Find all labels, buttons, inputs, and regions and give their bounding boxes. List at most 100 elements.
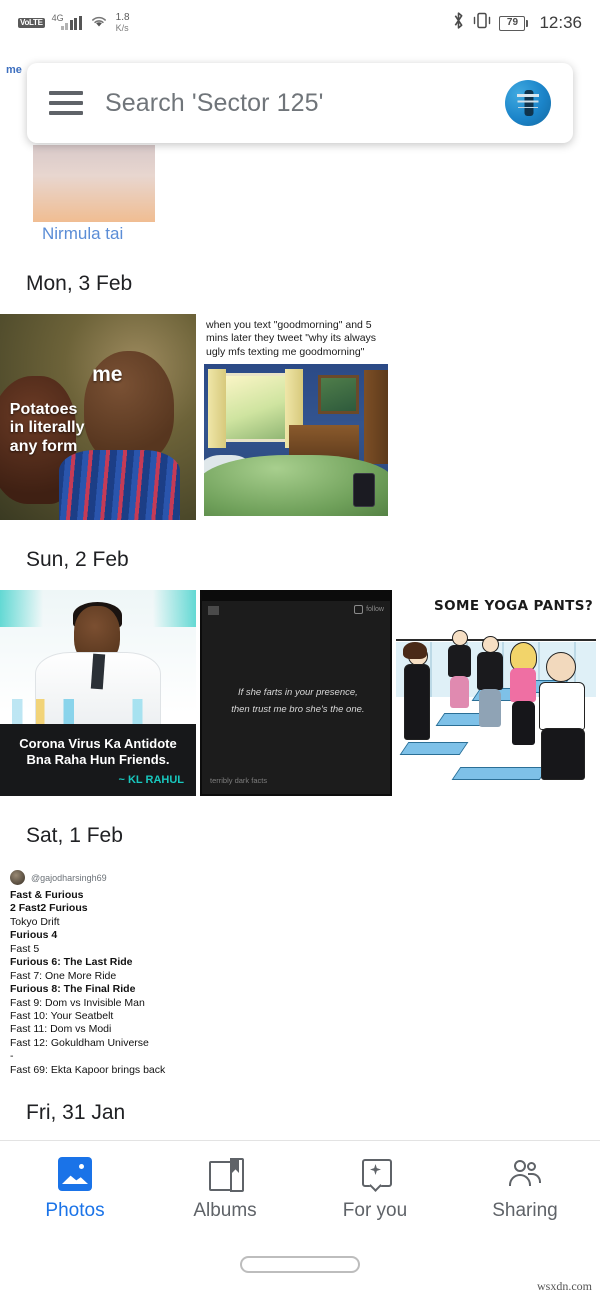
signal-bars-icon: 4G — [51, 13, 82, 30]
date-header: Sat, 1 Feb — [26, 824, 123, 847]
meme-attribution: ~ KL RAHUL — [118, 773, 185, 786]
section-sat-1-feb: Sat, 1 Feb @gajodharsingh69 Fast & Furio… — [0, 824, 600, 1078]
vibrate-icon — [472, 11, 492, 35]
battery-level: 79 — [499, 15, 526, 31]
photo-tile-goodmorning-meme[interactable]: when you text "goodmorning" and 5 mins l… — [200, 314, 392, 520]
phone-screen: VoLTE 4G 1.8 K/s 79 12:36 me Search 'Sec… — [0, 0, 600, 1300]
meme-art-dark-panel: follow If she farts in your presence, th… — [202, 601, 390, 794]
search-bar[interactable]: Search 'Sector 125' — [27, 63, 573, 143]
nav-item-sharing[interactable]: Sharing — [450, 1141, 600, 1238]
nav-item-albums[interactable]: Albums — [150, 1141, 300, 1238]
tweet-header: @gajodharsingh69 — [10, 870, 200, 885]
cartoon-art-mat — [451, 766, 549, 780]
meme-source-label: follow — [354, 605, 384, 614]
hamburger-menu-icon[interactable] — [49, 91, 83, 115]
photo-tile-potatoes-meme[interactable]: me Potatoes in literally any form — [0, 314, 196, 520]
site-watermark: wsxdn.com — [537, 1279, 592, 1293]
cartoon-speech-bubble: SOME YOGA PANTS? — [434, 598, 594, 615]
network-type-label: 4G — [51, 13, 64, 23]
nav-label-sharing: Sharing — [492, 1200, 558, 1221]
data-speed-value: 1.8 — [115, 11, 130, 23]
date-header: Mon, 3 Feb — [26, 272, 133, 295]
tweet-line: Fast 7: One More Ride — [10, 969, 117, 982]
meme-art-shirt — [58, 449, 181, 520]
tweet-line: Tokyo Drift — [10, 915, 60, 928]
nav-label-albums: Albums — [193, 1200, 257, 1221]
data-speed-unit: K/s — [115, 22, 129, 33]
photo-tile-yoga-pants-cartoon[interactable]: SOME YOGA PANTS? — [396, 590, 596, 796]
status-bar-clock: 12:36 — [539, 13, 582, 32]
tweet-line: - — [10, 1050, 14, 1063]
meme-text-potatoes: Potatoes in literally any form — [9, 400, 85, 455]
partial-photo-text: me — [6, 64, 22, 76]
section-mon-3-feb: Mon, 3 Feb me Potatoes in literally any … — [0, 272, 600, 520]
tweet-line: Fast 9: Dom vs Invisible Man — [10, 996, 145, 1009]
memory-thumbnail[interactable] — [33, 145, 155, 222]
bottom-navigation: Photos Albums For you Sharing — [0, 1140, 600, 1238]
meme-art-flasks — [11, 699, 185, 726]
nav-item-photos[interactable]: Photos — [0, 1141, 150, 1238]
meme-caption-line1: Corona Virus Ka Antidote — [19, 736, 177, 752]
tweet-line: Furious 4 — [10, 929, 58, 942]
cartoon-art-mat — [399, 741, 469, 755]
wifi-icon — [89, 13, 109, 33]
tweet-line: 2 Fast2 Furious — [10, 902, 88, 915]
meme-art-curtain-left — [207, 368, 227, 448]
for-you-icon — [358, 1157, 392, 1192]
nav-item-for-you[interactable]: For you — [300, 1141, 450, 1238]
meme-art-corner-mark — [208, 606, 219, 615]
status-bar-right: 79 12:36 — [452, 11, 582, 35]
volte-badge: VoLTE — [18, 17, 45, 29]
account-avatar-icon[interactable] — [505, 80, 551, 126]
photo-tile-kl-rahul-meme[interactable]: Corona Virus Ka Antidote Bna Raha Hun Fr… — [0, 590, 196, 796]
meme-caption-goodmorning: when you text "goodmorning" and 5 mins l… — [200, 314, 392, 364]
tweet-line: Fast 5 — [10, 942, 40, 955]
tweet-handle: @gajodharsingh69 — [31, 872, 107, 883]
meme-caption-line2: Bna Raha Hun Friends. — [26, 751, 170, 767]
photo-row: Corona Virus Ka Antidote Bna Raha Hun Fr… — [0, 590, 600, 796]
photo-row: me Potatoes in literally any form when y… — [0, 314, 600, 520]
tweet-line: Fast & Furious — [10, 889, 84, 901]
search-input[interactable]: Search 'Sector 125' — [105, 89, 505, 118]
meme-art-phone — [353, 473, 376, 507]
signal-bars-glyph — [60, 16, 82, 30]
nav-label-for-you: For you — [342, 1200, 408, 1221]
tweet-line: Fast 69: Ekta Kapoor brings back — [10, 1063, 166, 1076]
bluetooth-icon — [452, 11, 465, 35]
instagram-icon — [354, 605, 364, 614]
tweet-line: Furious 6: The Last Ride — [10, 956, 133, 969]
albums-icon — [208, 1157, 244, 1192]
meme-quote: If she farts in your presence, then trus… — [221, 684, 375, 718]
tweet-line: Furious 8: The Final Ride — [10, 983, 136, 996]
memory-tile[interactable]: Nirmula tai — [33, 145, 155, 244]
tweet-line: Fast 11: Dom vs Modi — [10, 1023, 112, 1036]
meme-caption-bar: Corona Virus Ka Antidote Bna Raha Hun Fr… — [0, 723, 196, 796]
meme-art-wall-picture — [318, 374, 359, 415]
memory-tile-label: Nirmula tai — [42, 224, 124, 243]
section-fri-31-jan: Fri, 31 Jan — [0, 1101, 600, 1125]
meme-text-me: me — [92, 363, 123, 387]
meme-quote-line1: If she farts in your presence, — [237, 686, 358, 698]
photos-icon — [58, 1157, 92, 1191]
date-header: Sun, 2 Feb — [26, 548, 129, 571]
battery-icon: 79 — [499, 15, 529, 31]
status-bar: VoLTE 4G 1.8 K/s 79 12:36 — [0, 0, 600, 46]
photo-tile-dark-facts-meme[interactable]: follow If she farts in your presence, th… — [200, 590, 392, 796]
home-indicator[interactable] — [240, 1256, 360, 1273]
photo-tile-fast-furious-tweet[interactable]: @gajodharsingh69 Fast & Furious 2 Fast2 … — [0, 864, 200, 1078]
meme-source-text: follow — [366, 606, 384, 613]
meme-quote-line2: then trust me bro she's the one. — [231, 704, 365, 716]
meme-art-door — [364, 370, 388, 465]
meme-watermark: terribly dark facts — [210, 776, 268, 785]
sharing-icon — [508, 1157, 542, 1191]
tweet-line: Fast 12: Gokuldham Universe — [10, 1036, 149, 1049]
tweet-line: Fast 10: Your Seatbelt — [10, 1009, 114, 1022]
date-header: Fri, 31 Jan — [26, 1101, 126, 1124]
meme-art-window — [215, 373, 293, 442]
nav-label-photos: Photos — [45, 1200, 105, 1221]
status-bar-left: VoLTE 4G 1.8 K/s — [18, 11, 130, 34]
section-sun-2-feb: Sun, 2 Feb Corona Virus Ka Antidote Bna … — [0, 548, 600, 796]
tweet-avatar-icon — [10, 870, 25, 885]
data-speed-indicator: 1.8 K/s — [115, 11, 130, 34]
meme-art-bedroom — [204, 364, 388, 516]
